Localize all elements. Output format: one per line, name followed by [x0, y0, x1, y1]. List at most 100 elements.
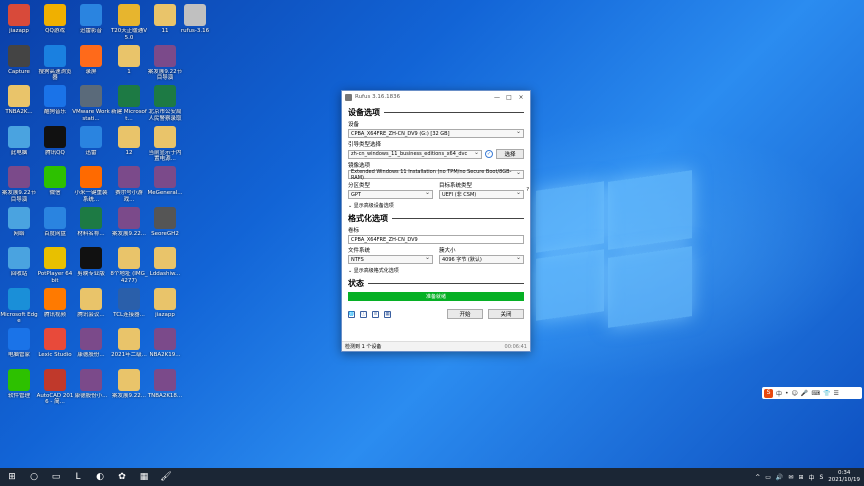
desktop-icon[interactable]: PotPlayer 64 bit [36, 247, 74, 284]
photos-icon[interactable]: ✿ [114, 470, 130, 484]
desktop-icon[interactable]: 酷狗音乐 [36, 85, 74, 122]
desktop-icon[interactable]: 百度网盘 [36, 206, 74, 244]
show-advanced-device-toggle[interactable]: ⌄ 显示高级设备选项 [348, 202, 524, 209]
start-icon[interactable]: ⊞ [4, 470, 20, 484]
desktop-icon[interactable]: 回收站 [0, 247, 38, 284]
about-icon[interactable]: ⓘ [360, 310, 367, 318]
sogou-logo-icon[interactable]: S [764, 388, 773, 398]
select-image-button[interactable]: 选择 [496, 149, 524, 159]
desktop-icon[interactable]: 2021年二级... [110, 328, 148, 365]
volume-icon[interactable]: 🔊 [776, 474, 783, 481]
paint-icon[interactable]: 🖌 [158, 470, 174, 484]
desktop-icon[interactable]: 搜狗高速浏览器 [36, 44, 74, 82]
desktop-icon[interactable]: 小米一键重装系统... [72, 166, 110, 203]
desktop-icon[interactable]: 新建 Microsoft... [110, 85, 148, 122]
desktop-icon[interactable]: 材料名称... [72, 206, 110, 244]
tray-expand-icon[interactable]: ^ [755, 474, 760, 481]
desktop-icon[interactable]: 腾讯视频 [36, 287, 74, 325]
desktop-icon[interactable]: SeoreGH2 [146, 206, 184, 244]
maximize-button[interactable]: □ [503, 94, 515, 101]
volume-label-input[interactable]: CPBA_X64FRE_ZH-CN_DV9 [348, 235, 524, 244]
app-l-icon[interactable]: L [70, 470, 86, 484]
device-select[interactable]: CPBA_X64FRE_ZH-CN_DV9 (G:) [32 GB] [348, 128, 524, 138]
app-icon [154, 206, 176, 229]
ime-skin-icon[interactable]: 👕 [823, 390, 830, 397]
network-icon[interactable]: ⊞ [798, 474, 803, 481]
partition-scheme-select[interactable]: GPT [348, 189, 433, 199]
file-system-select[interactable]: NTFS [348, 254, 433, 264]
desktop-icon[interactable]: TNBA2K18... [146, 368, 184, 406]
desktop-icon[interactable]: 康德股份小... [72, 368, 110, 406]
target-system-select[interactable]: UEFI (非 CSM) [439, 189, 524, 199]
log-icon[interactable]: ▦ [384, 310, 391, 318]
start-button[interactable]: 开始 [447, 309, 483, 319]
window-app-icon[interactable]: ▦ [136, 470, 152, 484]
ime-emoji-icon[interactable]: ☺ [792, 390, 798, 397]
desktop-icon[interactable]: 1 [110, 44, 148, 82]
desktop-icon[interactable]: T20天正暖通V5.0 [110, 4, 148, 41]
desktop-icon[interactable]: TCL连接器... [110, 287, 148, 325]
desktop-icon[interactable]: rufus-3.16 [176, 4, 214, 41]
desktop-icon[interactable]: 录屏 [72, 44, 110, 82]
desktop-icon[interactable]: AutoCAD 2016 - 简... [36, 368, 74, 406]
desktop-icon[interactable]: 康德股份... [72, 328, 110, 365]
ime-punct-icon[interactable]: • [785, 390, 789, 397]
desktop-icon[interactable]: Lddashiw... [146, 247, 184, 284]
desktop-icon[interactable]: 此电脑 [0, 125, 38, 163]
desktop-icon[interactable]: NBA2K19... [146, 328, 184, 365]
desktop-icon[interactable]: 迅雷 [72, 125, 110, 163]
ime-mode-icon[interactable]: 中 [776, 389, 782, 398]
clock[interactable]: 0:34 2021/10/19 [828, 470, 860, 484]
desktop-icon[interactable]: 赛尔号小游戏... [110, 166, 148, 203]
language-icon[interactable]: 🌐 [348, 310, 355, 318]
desktop-icon[interactable]: TNBA2K... [0, 85, 38, 122]
desktop-icon[interactable]: QQ游戏 [36, 4, 74, 41]
desktop-icon[interactable]: 微信 [36, 166, 74, 203]
desktop-icon[interactable]: 12 [110, 125, 148, 163]
desktop-icon[interactable]: 迅雷影音 [72, 4, 110, 41]
desktop-icon[interactable]: VMware Workstati... [72, 85, 110, 122]
verify-check-icon[interactable]: ✓ [485, 150, 493, 158]
target-help-icon[interactable]: ? [526, 187, 529, 193]
browser-icon[interactable]: ◐ [92, 470, 108, 484]
desktop-icon[interactable]: 案发展9.22节目导演 [0, 166, 38, 203]
minimize-button[interactable]: — [491, 94, 503, 101]
settings-icon[interactable]: ≡ [372, 310, 379, 318]
app-icon [8, 4, 30, 26]
sogou-tray-icon[interactable]: S [819, 474, 823, 481]
desktop-icon[interactable]: 网络 [0, 206, 38, 244]
boot-type-select[interactable]: zh-cn_windows_11_business_editions_x64_d… [348, 149, 482, 159]
ime-keyboard-icon[interactable]: ⌨ [811, 390, 820, 397]
desktop-icon[interactable]: 剪映专业版 [72, 247, 110, 284]
tray-display-icon[interactable]: ▭ [765, 474, 771, 481]
search-icon[interactable]: ○ [26, 470, 42, 484]
close-button[interactable]: 关闭 [488, 309, 524, 319]
desktop-icon[interactable]: 腾讯QQ [36, 125, 74, 163]
show-advanced-format-toggle[interactable]: ⌄ 显示高级格式化选项 [348, 267, 524, 274]
desktop-icon[interactable]: 腾讯会议... [72, 287, 110, 325]
desktop-icon[interactable]: 当前显示于内置电源... [146, 125, 184, 163]
title-bar[interactable]: Rufus 3.16.1836 — □ × [342, 91, 530, 103]
desktop-icon[interactable]: Lexic Studio [36, 328, 74, 365]
desktop-icon[interactable]: 案发展9.22... [110, 368, 148, 406]
desktop-icon[interactable]: 软件管理 [0, 368, 38, 406]
cluster-size-select[interactable]: 4096 字节 (默认) [439, 254, 524, 264]
ime-menu-icon[interactable]: ☰ [833, 390, 838, 397]
desktop-icon[interactable]: jiazapp [146, 287, 184, 325]
input-method-icon[interactable]: 中 [808, 473, 814, 482]
desktop-icon[interactable]: MeGeneral... [146, 166, 184, 203]
image-option-select[interactable]: Extended Windows 11 Installation (no TPM… [348, 169, 524, 181]
desktop-icon[interactable]: 案发展9.22... [110, 206, 148, 244]
message-icon[interactable]: ✉ [788, 474, 793, 481]
ime-toolbar[interactable]: S 中 • ☺ 🎤 ⌨ 👕 ☰ [762, 387, 862, 399]
desktop-icon[interactable]: Capture [0, 44, 38, 82]
desktop-icon[interactable]: 8个地址 (IMG_4277) [110, 247, 148, 284]
file-explorer-icon[interactable]: ▭ [48, 470, 64, 484]
desktop-icon[interactable]: 电脑管家 [0, 328, 38, 365]
desktop-icon[interactable]: 北京市公安局人民警察录取 [146, 85, 184, 122]
desktop-icon[interactable]: 案发展9.22节目导演 [146, 44, 184, 82]
close-window-button[interactable]: × [515, 94, 527, 101]
ime-voice-icon[interactable]: 🎤 [801, 390, 808, 397]
desktop-icon[interactable]: jiazapp [0, 4, 38, 41]
desktop-icon[interactable]: Microsoft Edge [0, 287, 38, 325]
